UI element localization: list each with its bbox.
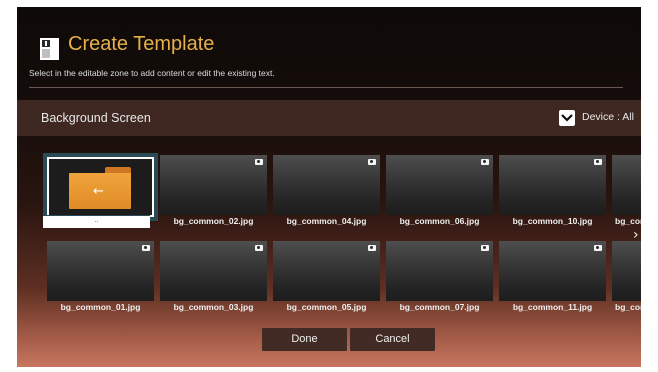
image-tile[interactable]: bg_common_07.jpg — [386, 241, 493, 316]
tile-label: bg_common_02.jpg — [173, 216, 254, 226]
section-bar: Background Screen Device : All — [17, 100, 641, 136]
checkbox-icon — [561, 114, 573, 122]
image-tile-partial[interactable]: bg_com — [612, 155, 641, 230]
camera-icon — [481, 159, 489, 165]
tile-label: bg_common_10.jpg — [512, 216, 593, 226]
image-tile[interactable]: bg_common_05.jpg — [273, 241, 380, 316]
camera-icon — [255, 159, 263, 165]
tile-label: bg_common_03.jpg — [173, 302, 254, 312]
page-title: Create Template — [68, 33, 215, 55]
tile-label: bg_com — [615, 302, 641, 312]
tile-label: bg_common_01.jpg — [60, 302, 141, 312]
device-filter-checkbox[interactable] — [559, 110, 575, 126]
tile-label: bg_common_07.jpg — [399, 302, 480, 312]
template-icon — [40, 38, 59, 60]
image-tile-partial[interactable]: bg_com — [612, 241, 641, 316]
tile-label: bg_common_05.jpg — [286, 302, 367, 312]
camera-icon — [481, 245, 489, 251]
done-button[interactable]: Done — [262, 328, 347, 351]
image-tile[interactable]: bg_common_04.jpg — [273, 155, 380, 230]
tile-label: bg_common_04.jpg — [286, 216, 367, 226]
chevron-right-icon[interactable]: › — [633, 227, 639, 243]
image-tile[interactable]: bg_common_11.jpg — [499, 241, 606, 316]
page-subtitle: Select in the editable zone to add conte… — [29, 68, 275, 78]
image-tile[interactable]: bg_common_10.jpg — [499, 155, 606, 230]
tile-label: bg_common_11.jpg — [512, 302, 593, 312]
device-filter-label[interactable]: Device : All — [582, 111, 634, 123]
image-tile[interactable]: bg_common_03.jpg — [160, 241, 267, 316]
camera-icon — [594, 159, 602, 165]
image-tile[interactable]: bg_common_01.jpg — [47, 241, 154, 316]
cancel-button[interactable]: Cancel — [350, 328, 435, 351]
camera-icon — [368, 159, 376, 165]
camera-icon — [594, 245, 602, 251]
folder-up-caption: .. — [43, 215, 150, 228]
folder-up-tile[interactable]: ← .. — [43, 153, 158, 232]
image-tile[interactable]: bg_common_06.jpg — [386, 155, 493, 230]
camera-icon — [255, 245, 263, 251]
section-title: Background Screen — [41, 111, 151, 125]
camera-icon — [368, 245, 376, 251]
tile-label: bg_common_06.jpg — [399, 216, 480, 226]
header-divider — [29, 87, 623, 88]
background-grid: ← .. bg_common_02.jpg bg_common_04.jpg b… — [17, 147, 641, 327]
image-tile[interactable]: bg_common_02.jpg — [160, 155, 267, 230]
folder-up-icon: ← — [69, 167, 131, 209]
tile-label: bg_com — [615, 216, 641, 226]
header: Create Template Select in the editable z… — [17, 7, 641, 99]
camera-icon — [142, 245, 150, 251]
create-template-screen: Create Template Select in the editable z… — [17, 7, 641, 367]
